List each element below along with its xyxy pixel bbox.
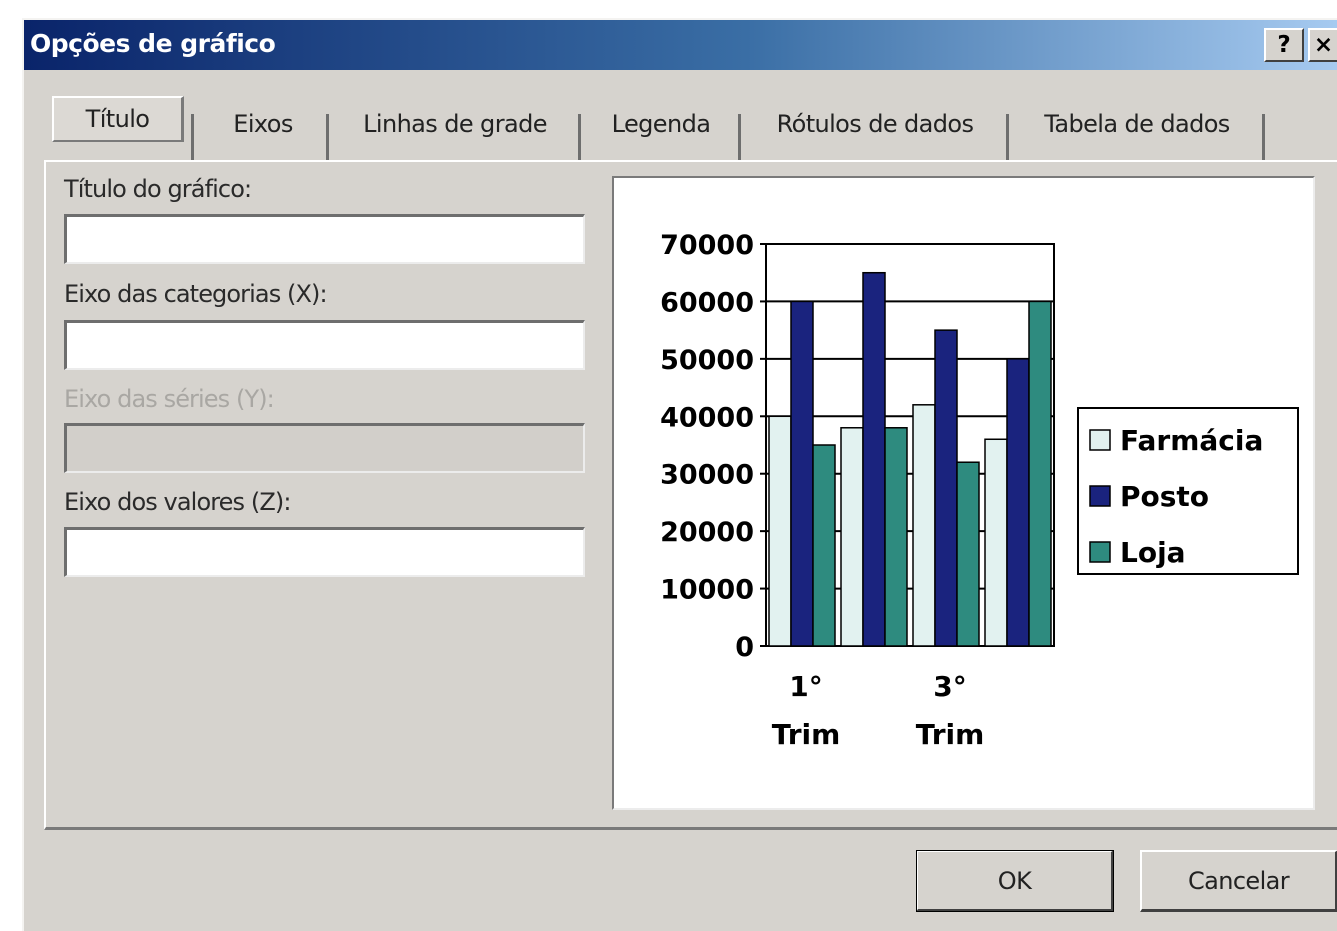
tab-tabela-de-dados[interactable]: Tabela de dados xyxy=(1012,98,1262,150)
bar-loja xyxy=(956,461,980,647)
tab-separator xyxy=(326,114,329,160)
bar-farmacia xyxy=(768,415,792,647)
legend-swatch-posto xyxy=(1089,485,1111,507)
bar-loja xyxy=(812,444,836,647)
chart-preview-svg: 70000 60000 50000 40000 30000 20000 10000 0 1° Tr… xyxy=(660,230,1299,751)
bar-farmacia xyxy=(984,438,1008,647)
y-tick-label: 10000 xyxy=(660,575,754,606)
tab-separator xyxy=(191,114,194,160)
series-axis-input xyxy=(67,426,583,471)
tab-separator xyxy=(1006,114,1009,160)
tab-legenda[interactable]: Legenda xyxy=(584,98,738,150)
y-tick-label: 60000 xyxy=(660,287,754,318)
legend-label-loja: Loja xyxy=(1120,536,1186,569)
cancel-button[interactable]: Cancelar xyxy=(1140,850,1337,912)
y-tick-label: 50000 xyxy=(660,345,754,376)
help-button[interactable]: ? xyxy=(1264,28,1304,62)
value-axis-field[interactable] xyxy=(64,527,585,577)
legend-swatch-loja xyxy=(1089,541,1111,563)
legend-label-farmacia: Farmácia xyxy=(1120,424,1263,457)
series-axis-field xyxy=(64,423,585,473)
x-tick-label: Trim xyxy=(772,718,841,751)
tab-eixos[interactable]: Eixos xyxy=(198,98,328,150)
legend-label-posto: Posto xyxy=(1120,480,1209,513)
bar-farmacia xyxy=(912,404,936,647)
chart-options-dialog: Opções de gráfico ? × Título Eixos Linha… xyxy=(22,18,1337,931)
y-tick-label: 40000 xyxy=(660,402,754,433)
category-axis-field[interactable] xyxy=(64,320,585,370)
y-tick-label: 20000 xyxy=(660,517,754,548)
chart-preview: 70000 60000 50000 40000 30000 20000 10000 0 1° Tr… xyxy=(612,176,1315,810)
bar-loja xyxy=(1028,300,1052,647)
bar-posto xyxy=(934,329,958,647)
chart-title-label: Título do gráfico: xyxy=(64,175,252,203)
window-title: Opções de gráfico xyxy=(30,29,276,58)
close-button[interactable]: × xyxy=(1308,28,1337,62)
value-axis-input[interactable] xyxy=(67,530,583,575)
tab-rotulos-de-dados[interactable]: Rótulos de dados xyxy=(744,98,1006,150)
x-tick-label: Trim xyxy=(916,718,985,751)
chart-title-field[interactable] xyxy=(64,214,585,264)
tab-linhas-de-grade[interactable]: Linhas de grade xyxy=(332,98,578,150)
bar-posto xyxy=(790,300,814,647)
bar-posto xyxy=(862,271,886,647)
x-tick-label: 3° xyxy=(933,670,966,703)
tab-titulo[interactable]: Título xyxy=(52,96,184,142)
tab-separator xyxy=(578,114,581,160)
y-tick-label: 0 xyxy=(735,632,754,663)
tab-separator xyxy=(738,114,741,160)
x-tick-label: 1° xyxy=(789,670,822,703)
title-bar[interactable]: Opções de gráfico ? × xyxy=(24,20,1337,70)
y-tick-label: 70000 xyxy=(660,230,754,261)
bar-posto xyxy=(1006,358,1030,647)
value-axis-label: Eixo dos valores (Z): xyxy=(64,488,291,516)
tab-strip: Título Eixos Linhas de grade Legenda Rót… xyxy=(48,96,1317,160)
series-axis-label: Eixo das séries (Y): xyxy=(64,385,275,413)
category-axis-label: Eixo das categorias (X): xyxy=(64,280,328,308)
category-axis-input[interactable] xyxy=(67,323,583,368)
tab-separator xyxy=(1262,114,1265,160)
bar-loja xyxy=(884,427,908,647)
legend-swatch-farmacia xyxy=(1089,429,1111,451)
chart-title-input[interactable] xyxy=(67,217,583,262)
ok-button[interactable]: OK xyxy=(916,850,1114,912)
y-tick-label: 30000 xyxy=(660,460,754,491)
bar-farmacia xyxy=(840,427,864,647)
